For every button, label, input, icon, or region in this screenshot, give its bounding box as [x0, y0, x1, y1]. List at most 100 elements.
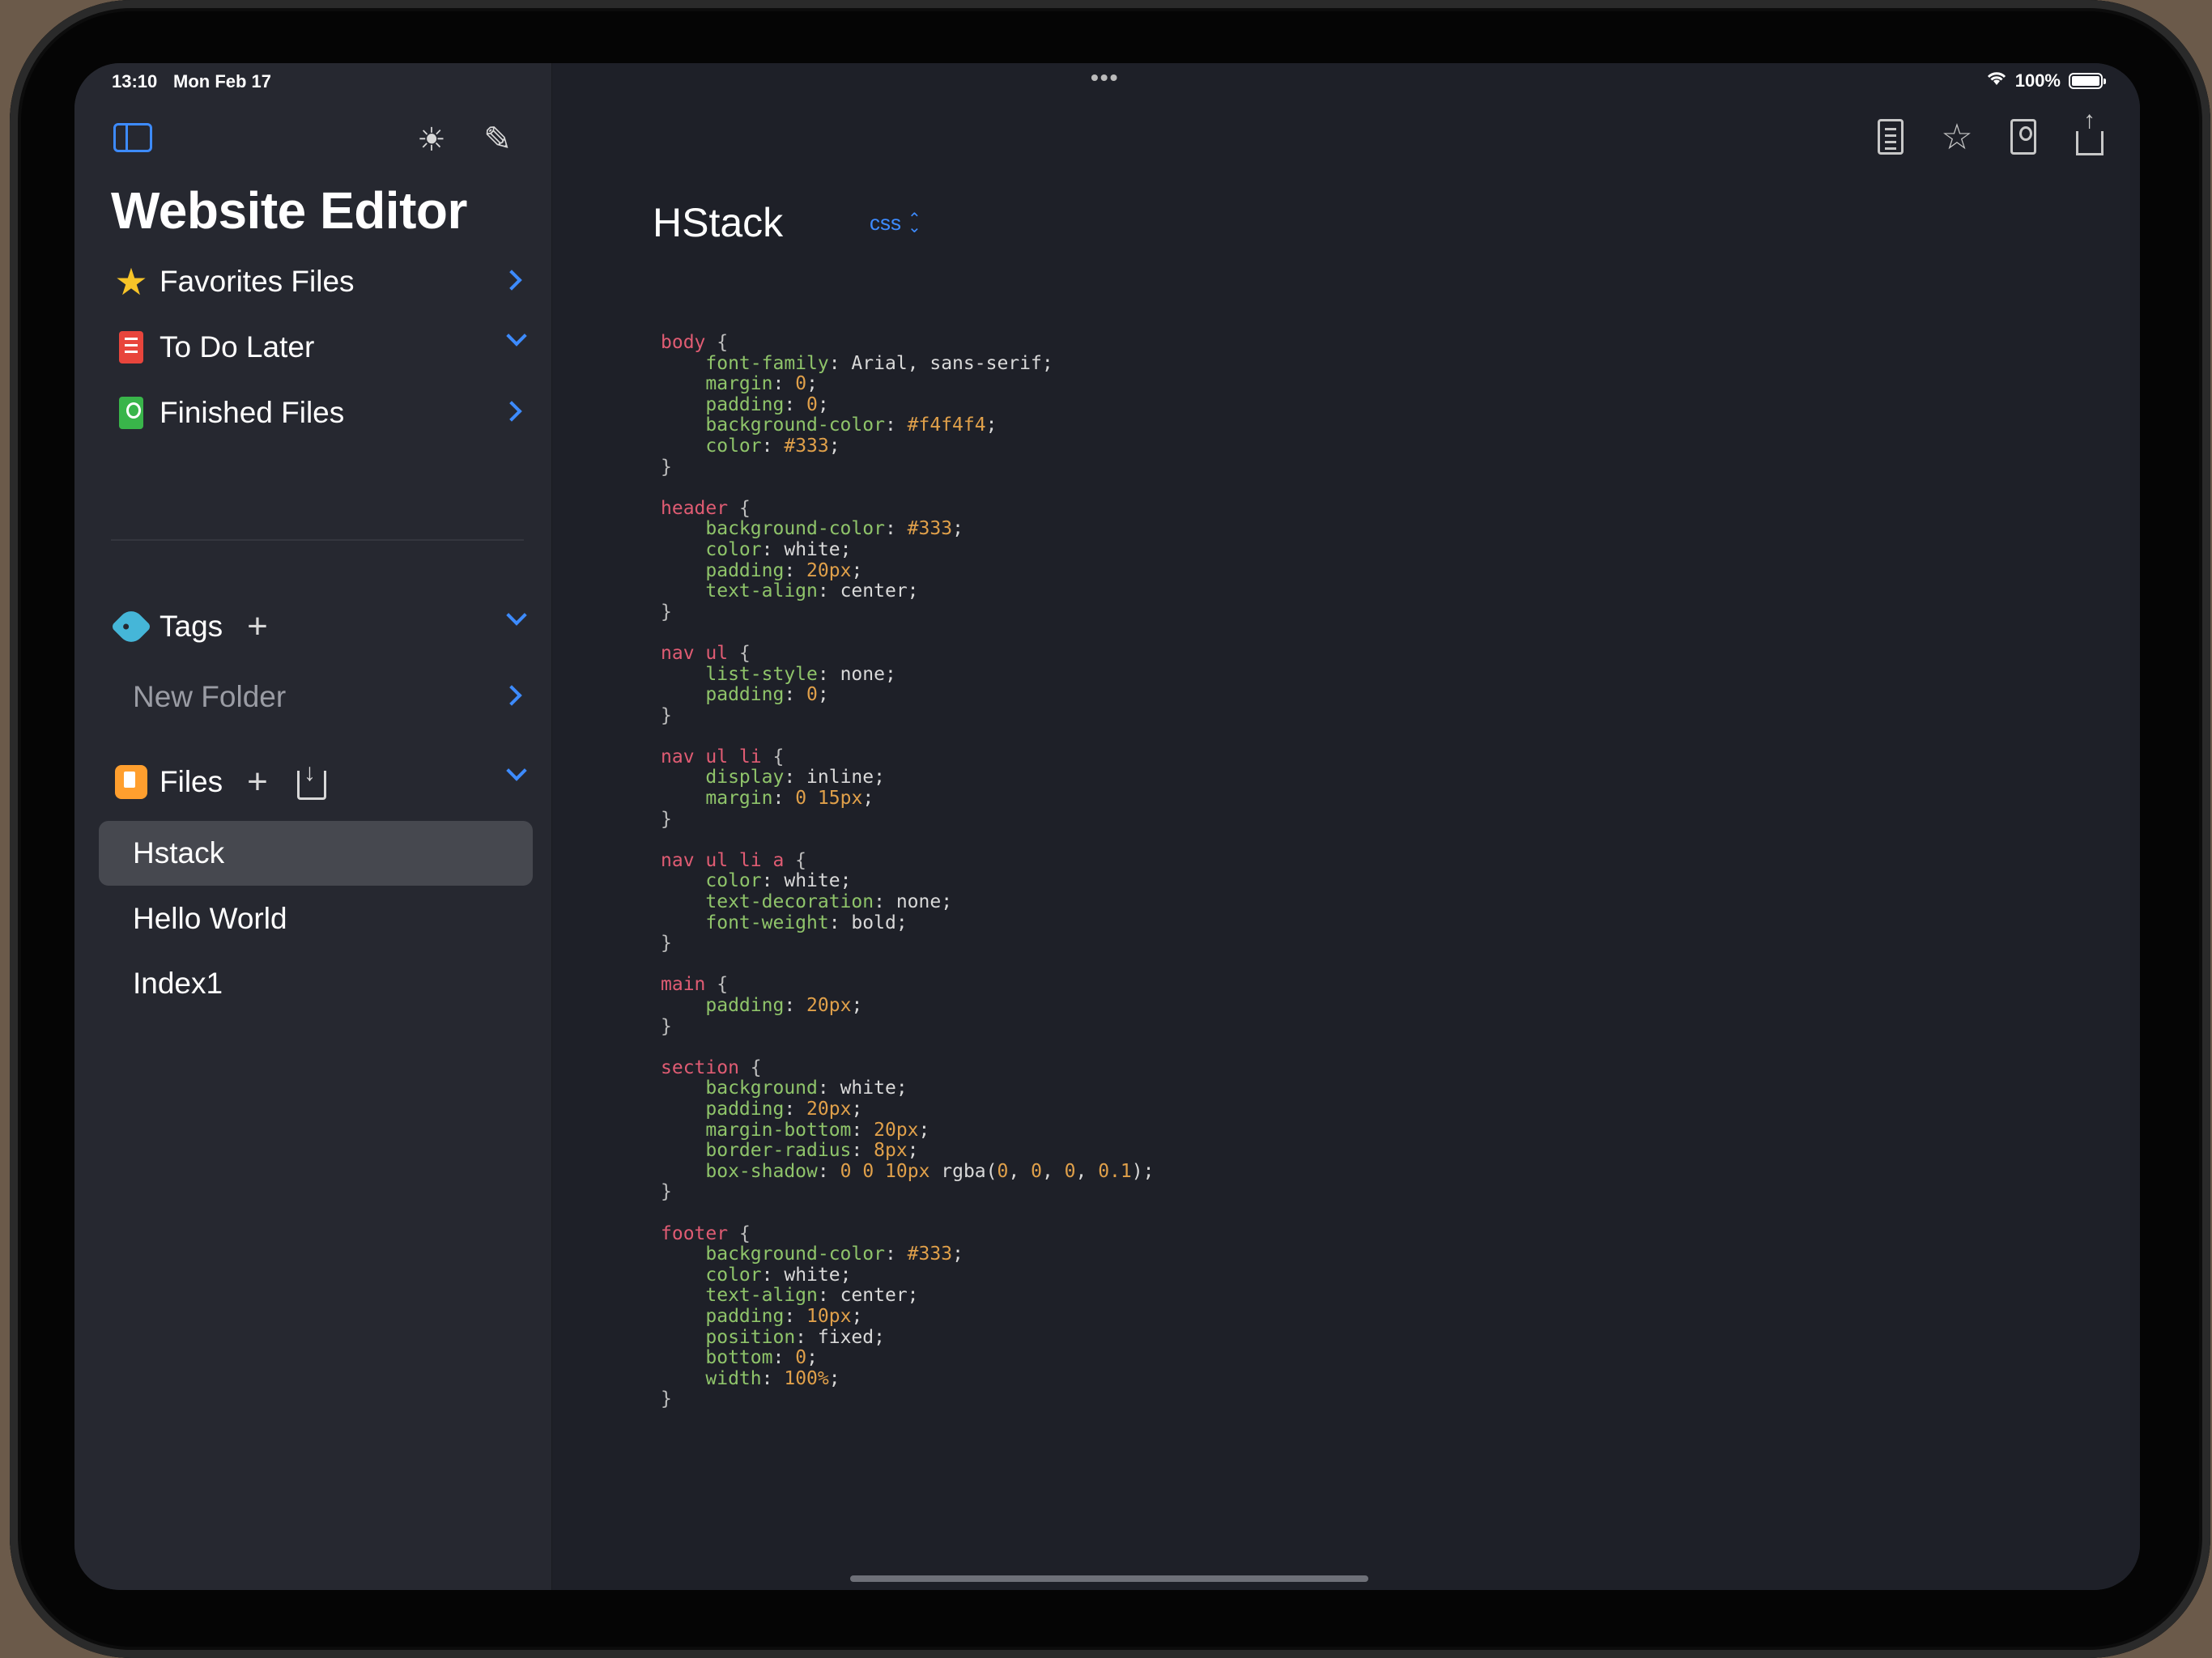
- battery-percent: 100%: [2014, 70, 2061, 91]
- code-line: }: [661, 704, 672, 726]
- code-line: padding: 20px;: [705, 995, 863, 1016]
- code-line: color: white;: [705, 870, 852, 892]
- chevron-right-icon: [501, 685, 522, 706]
- code-line: text-decoration: none;: [705, 891, 953, 913]
- share-icon[interactable]: [2072, 107, 2108, 157]
- sidebar-item-todo-later[interactable]: To Do Later: [111, 319, 527, 376]
- star-icon: ★: [114, 261, 148, 303]
- files-label: Files: [160, 765, 223, 798]
- code-line: margin: 0;: [705, 373, 818, 395]
- code-line: }: [661, 601, 672, 623]
- file-item-hstack[interactable]: Hstack: [99, 821, 533, 886]
- code-line: font-family: Arial, sans-serif;: [705, 352, 1053, 374]
- chevron-down-icon: [506, 605, 527, 626]
- code-line: nav ul li a {: [661, 849, 807, 871]
- document-title: HStack: [653, 200, 784, 245]
- green-book-icon: [111, 397, 151, 429]
- sun-icon[interactable]: ☀: [417, 121, 446, 159]
- sidebar-item-label: To Do Later: [160, 330, 315, 363]
- sidebar-item-label: Finished Files: [160, 396, 345, 429]
- status-bar: 13:10 Mon Feb 17 ••• 100%: [74, 63, 2140, 99]
- chevron-updown-icon: ⌃ ⌄: [908, 210, 921, 236]
- add-tag-icon[interactable]: +: [247, 606, 268, 647]
- sidebar-item-finished[interactable]: Finished Files: [111, 385, 524, 441]
- status-time: 13:10: [112, 71, 158, 91]
- code-editor[interactable]: body { font-family: Arial, sans-serif; m…: [661, 332, 1155, 1410]
- document-icon[interactable]: [1873, 117, 1908, 157]
- battery-fill: [2072, 76, 2099, 86]
- wifi-icon: [1986, 70, 2007, 91]
- chevron-down-icon: [506, 760, 527, 781]
- code-line: padding: 0;: [705, 684, 829, 706]
- code-line: section {: [661, 1056, 762, 1078]
- code-line: main {: [661, 974, 729, 996]
- tags-section-header[interactable]: Tags +: [110, 598, 527, 655]
- status-date: Mon Feb 17: [173, 71, 272, 91]
- code-line: color: white;: [705, 538, 852, 560]
- file-item-hello-world[interactable]: Hello World: [99, 886, 533, 951]
- code-line: color: #333;: [705, 435, 840, 457]
- code-line: background: white;: [705, 1078, 908, 1099]
- battery-icon: [2069, 73, 2106, 89]
- sidebar-toolbar: ☀ ✎: [74, 117, 551, 165]
- chevron-right-icon: [501, 401, 522, 422]
- code-line: header {: [661, 497, 751, 519]
- editor-pane: ☆ HStack css ⌃⌄ body { font-family: Aria…: [552, 63, 2140, 1590]
- code-line: body {: [661, 332, 729, 353]
- code-line: margin-bottom: 20px;: [705, 1119, 930, 1141]
- tag-folder-item[interactable]: New Folder: [133, 669, 524, 725]
- code-line: bottom: 0;: [705, 1347, 818, 1369]
- file-item-label: Index1: [133, 967, 223, 1000]
- code-line: background-color: #f4f4f4;: [705, 414, 998, 436]
- code-line: border-radius: 8px;: [705, 1140, 919, 1162]
- code-line: nav ul li {: [661, 746, 785, 767]
- add-file-icon[interactable]: +: [247, 762, 268, 802]
- file-item-label: Hello World: [133, 902, 287, 935]
- file-item-index1[interactable]: Index1: [99, 951, 533, 1016]
- code-line: width: 100%;: [705, 1367, 840, 1389]
- code-line: margin: 0 15px;: [705, 788, 874, 810]
- file-item-label: Hstack: [133, 836, 225, 869]
- code-line: padding: 0;: [705, 393, 829, 415]
- star-outline-icon[interactable]: ☆: [1939, 117, 1975, 157]
- red-book-icon: [111, 331, 151, 363]
- sidebar-item-favorites[interactable]: ★ Favorites Files: [111, 253, 524, 310]
- multitasking-dots-icon[interactable]: •••: [1091, 65, 1119, 91]
- code-line: background-color: #333;: [705, 518, 963, 540]
- ipad-screen: 13:10 Mon Feb 17 ••• 100% ☀ ✎ Website Ed…: [74, 63, 2140, 1590]
- code-line: padding: 10px;: [705, 1305, 863, 1327]
- import-icon[interactable]: [296, 759, 326, 800]
- editor-toolbar: ☆: [1873, 107, 2108, 157]
- code-line: footer {: [661, 1222, 751, 1244]
- pencil-icon[interactable]: ✎: [483, 119, 512, 159]
- code-line: list-style: none;: [705, 663, 896, 685]
- language-selector[interactable]: css ⌃ ⌄: [870, 210, 921, 236]
- sidebar: ☀ ✎ Website Editor ★ Favorites Files To …: [74, 63, 552, 1590]
- sidebar-divider: [111, 539, 524, 541]
- code-line: }: [661, 808, 672, 830]
- tag-icon: [110, 606, 152, 648]
- code-line: box-shadow: 0 0 10px rgba(0, 0, 0, 0.1);: [705, 1160, 1155, 1182]
- folder-label: New Folder: [133, 680, 287, 713]
- code-line: }: [661, 1181, 672, 1203]
- code-line: }: [661, 1388, 672, 1410]
- files-section-header[interactable]: Files +: [111, 754, 527, 810]
- chevron-down-icon: [506, 325, 527, 346]
- sidebar-toggle-icon[interactable]: [113, 123, 152, 152]
- code-line: nav ul {: [661, 642, 751, 664]
- chevron-right-icon: [501, 270, 522, 291]
- home-indicator[interactable]: [850, 1575, 1368, 1582]
- code-line: padding: 20px;: [705, 1098, 863, 1120]
- code-line: }: [661, 1015, 672, 1037]
- tags-label: Tags: [160, 610, 223, 643]
- code-line: text-align: center;: [705, 1285, 919, 1307]
- code-line: display: inline;: [705, 767, 885, 789]
- bookmark-doc-icon[interactable]: [2006, 117, 2041, 157]
